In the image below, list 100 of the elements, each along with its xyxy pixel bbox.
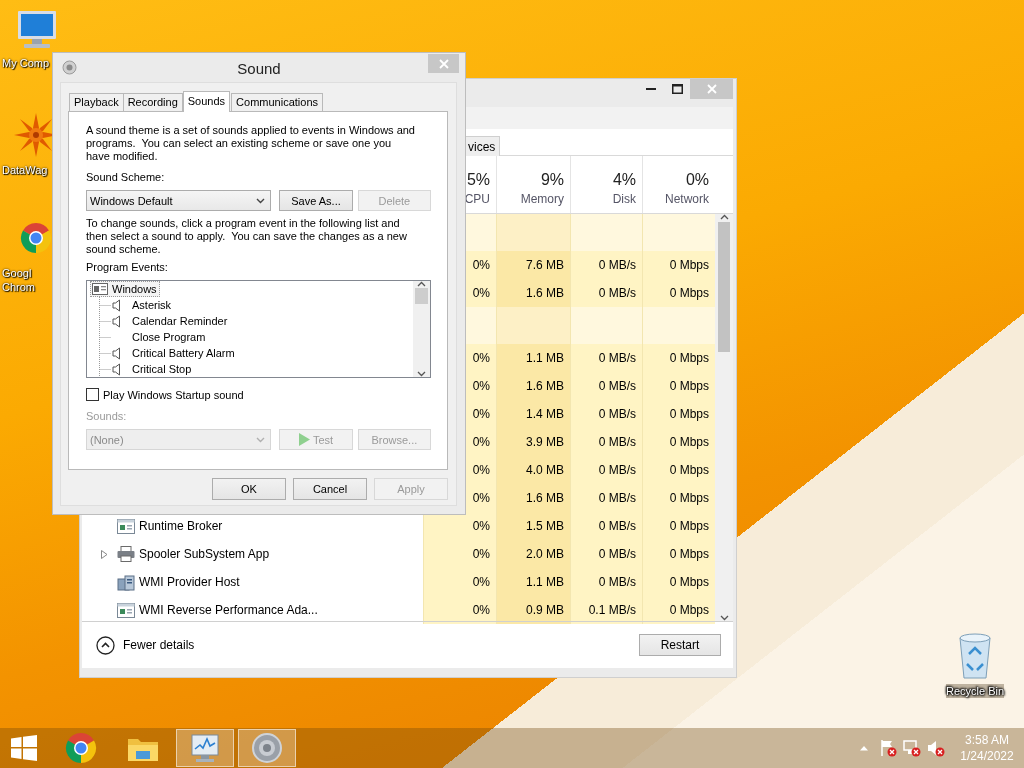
table-cell: 0 Mbps bbox=[642, 484, 715, 512]
table-cell: 7.6 MB bbox=[496, 251, 570, 279]
table-cell: 0 MB/s bbox=[570, 400, 642, 428]
tab[interactable]: Playback bbox=[69, 93, 124, 111]
usage-percent: 0% bbox=[685, 170, 709, 190]
window-icon bbox=[117, 518, 135, 534]
tree-item[interactable]: Windows bbox=[90, 281, 160, 297]
table-cell: 0 MB/s bbox=[570, 568, 642, 596]
server-icon bbox=[117, 573, 135, 591]
column-label: Network bbox=[665, 192, 709, 206]
column-header[interactable]: 0% Network bbox=[642, 156, 715, 213]
maximize-icon bbox=[671, 84, 683, 94]
speaker-icon bbox=[62, 60, 77, 75]
table-cell: 0% bbox=[423, 596, 496, 624]
scroll-thumb[interactable] bbox=[718, 222, 730, 352]
window-title: Sound bbox=[237, 60, 281, 77]
minimize-icon bbox=[646, 87, 656, 91]
column-label: Memory bbox=[520, 192, 564, 206]
tree-line bbox=[99, 313, 111, 329]
tree-line bbox=[99, 297, 111, 313]
process-name: WMI Provider Host bbox=[139, 575, 240, 589]
description-text: A sound theme is a set of sounds applied to events in Windows and programs. You can select an existing scheme or save one you have modified. bbox=[86, 124, 416, 163]
table-cell: 0 MB/s bbox=[570, 344, 642, 372]
button[interactable]: Save As... bbox=[279, 190, 353, 211]
table-cell: 0 MB/s bbox=[570, 251, 642, 279]
table-cell: 0% bbox=[423, 512, 496, 540]
clock-date: 1/24/2022 bbox=[960, 748, 1014, 764]
printer-icon bbox=[117, 546, 135, 562]
table-cell: 0 MB/s bbox=[570, 484, 642, 512]
flag-error-icon bbox=[879, 739, 897, 757]
tab[interactable]: Recording bbox=[122, 93, 183, 111]
clock-time: 3:58 AM bbox=[965, 732, 1009, 748]
tree-item[interactable]: Critical Stop bbox=[130, 362, 194, 376]
table-cell: 0% bbox=[423, 540, 496, 568]
scroll-down-icon bbox=[719, 615, 729, 621]
button[interactable]: OK bbox=[212, 478, 286, 500]
field-label: Sounds: bbox=[86, 410, 127, 423]
chevron-down-icon bbox=[256, 197, 266, 204]
scroll-up-icon bbox=[417, 281, 426, 287]
field-label: Program Events: bbox=[86, 261, 168, 274]
table-cell: 0 MB/s bbox=[570, 372, 642, 400]
table-cell: 1.6 MB bbox=[496, 484, 570, 512]
taskbar-button[interactable] bbox=[176, 729, 234, 767]
table-cell: 1.6 MB bbox=[496, 372, 570, 400]
table-cell: 0 Mbps bbox=[642, 372, 715, 400]
scroll-down-icon bbox=[417, 371, 426, 377]
event-list[interactable]: Windows Asterisk Calendar Reminder Close Program Critical Battery Alarm Critical Stop bbox=[86, 280, 431, 378]
scrollbar[interactable] bbox=[715, 214, 733, 621]
fewer-details-button[interactable]: Fewer details bbox=[96, 635, 195, 655]
tree-item[interactable]: Calendar Reminder bbox=[130, 314, 230, 328]
tree-line bbox=[99, 329, 111, 345]
tree-item[interactable]: Close Program bbox=[130, 330, 208, 344]
table-cell: 1.1 MB bbox=[496, 568, 570, 596]
table-cell: 0 Mbps bbox=[642, 512, 715, 540]
table-cell: 0 Mbps bbox=[642, 456, 715, 484]
table-cell: 0 MB/s bbox=[570, 540, 642, 568]
tree-item[interactable]: Asterisk bbox=[130, 298, 174, 312]
process-name: Runtime Broker bbox=[139, 519, 223, 533]
checkbox-label[interactable]: Play Windows Startup sound bbox=[103, 388, 244, 401]
button[interactable]: Cancel bbox=[293, 478, 367, 500]
scroll-thumb[interactable] bbox=[415, 288, 428, 304]
checkbox[interactable] bbox=[86, 388, 99, 401]
network-error-icon bbox=[903, 739, 921, 757]
chrome-icon bbox=[65, 732, 97, 764]
table-cell: 0% bbox=[423, 568, 496, 596]
taskbar-button[interactable] bbox=[238, 729, 296, 767]
tab[interactable]: Sounds bbox=[182, 91, 231, 112]
play-icon bbox=[298, 433, 310, 446]
table-cell: 3.9 MB bbox=[496, 428, 570, 456]
scheme-dropdown[interactable]: Windows Default bbox=[86, 190, 272, 211]
table-cell: 0 MB/s bbox=[570, 512, 642, 540]
table-cell: 1.5 MB bbox=[496, 512, 570, 540]
show-hidden-icons-icon bbox=[859, 745, 869, 751]
column-label: CPU bbox=[464, 192, 490, 206]
tab[interactable]: Communications bbox=[231, 93, 323, 111]
restart-button[interactable]: Restart bbox=[639, 634, 721, 656]
table-cell: 0 Mbps bbox=[642, 251, 715, 279]
close-icon bbox=[438, 58, 449, 69]
window-icon bbox=[117, 602, 135, 618]
close-button[interactable] bbox=[428, 54, 459, 73]
table-cell: 0.9 MB bbox=[496, 596, 570, 624]
scrollbar[interactable] bbox=[413, 281, 430, 377]
table-cell: 0 Mbps bbox=[642, 540, 715, 568]
field-label: Sound Scheme: bbox=[86, 171, 165, 184]
table-cell: 1.4 MB bbox=[496, 400, 570, 428]
tree-item[interactable]: Critical Battery Alarm bbox=[130, 346, 237, 360]
table-cell: 0 Mbps bbox=[642, 596, 715, 624]
table-cell: 0.1 MB/s bbox=[570, 596, 642, 624]
table-cell: 0 Mbps bbox=[642, 400, 715, 428]
table-cell: 4.0 MB bbox=[496, 456, 570, 484]
monitor-graph-icon bbox=[189, 733, 221, 763]
window-list-icon bbox=[92, 283, 108, 295]
table-cell bbox=[570, 214, 642, 251]
column-header[interactable]: 9% Memory bbox=[496, 156, 570, 213]
table-cell: 0 Mbps bbox=[642, 279, 715, 307]
table-cell: 0 MB/s bbox=[570, 428, 642, 456]
table-cell: 1.1 MB bbox=[496, 344, 570, 372]
speaker-icon bbox=[251, 732, 283, 764]
speaker-muted-icon bbox=[927, 739, 945, 757]
column-header[interactable]: 4% Disk bbox=[570, 156, 642, 213]
